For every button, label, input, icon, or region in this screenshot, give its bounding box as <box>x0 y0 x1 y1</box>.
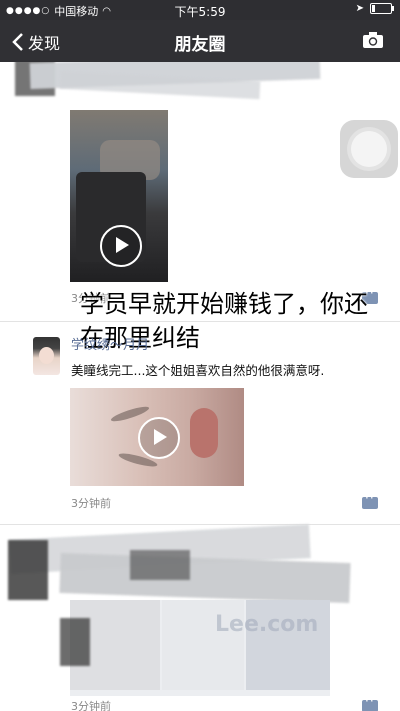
post-video-thumbnail[interactable] <box>70 388 244 486</box>
battery-icon <box>370 3 394 14</box>
post-time: 3分钟前 <box>71 497 111 510</box>
comment-icon[interactable] <box>362 694 378 711</box>
post-time: 3分钟前 <box>71 700 111 711</box>
camera-button[interactable] <box>362 31 384 53</box>
post-divider <box>0 321 400 322</box>
redaction-scribble <box>8 540 48 600</box>
redaction-scribble <box>60 618 90 666</box>
redaction-scribble <box>59 552 351 604</box>
moments-feed[interactable]: 3分钟前 学员早就开始赚钱了，你还 在那里纠结 学纹绣～月月 美瞳线完工...这… <box>0 62 400 711</box>
post-text: 美瞳线完工...这个姐姐喜欢自然的他很满意呀. <box>71 363 325 378</box>
page-title: 朋友圈 <box>174 35 226 55</box>
nav-bar: 发现 朋友圈 <box>0 20 400 62</box>
watermark-logo: Lee.com <box>215 612 319 637</box>
overlay-caption-line: 学员早就开始赚钱了，你还 <box>80 290 368 318</box>
camera-icon <box>363 32 383 48</box>
play-icon[interactable] <box>100 225 142 267</box>
avatar[interactable] <box>33 337 60 375</box>
redaction-scribble <box>130 550 190 580</box>
post-video-thumbnail[interactable] <box>70 110 168 282</box>
assistive-touch-button[interactable] <box>340 120 398 178</box>
post-divider <box>0 524 400 525</box>
location-icon: ➤ <box>355 3 364 14</box>
post-username[interactable]: 学纹绣～月月 <box>71 334 149 353</box>
status-time: 下午5:59 <box>174 5 226 19</box>
comment-icon[interactable] <box>362 491 378 509</box>
status-bar: ●●●●○ 中国移动 ◠ 下午5:59 ➤ <box>0 0 400 20</box>
play-icon[interactable] <box>138 417 180 459</box>
